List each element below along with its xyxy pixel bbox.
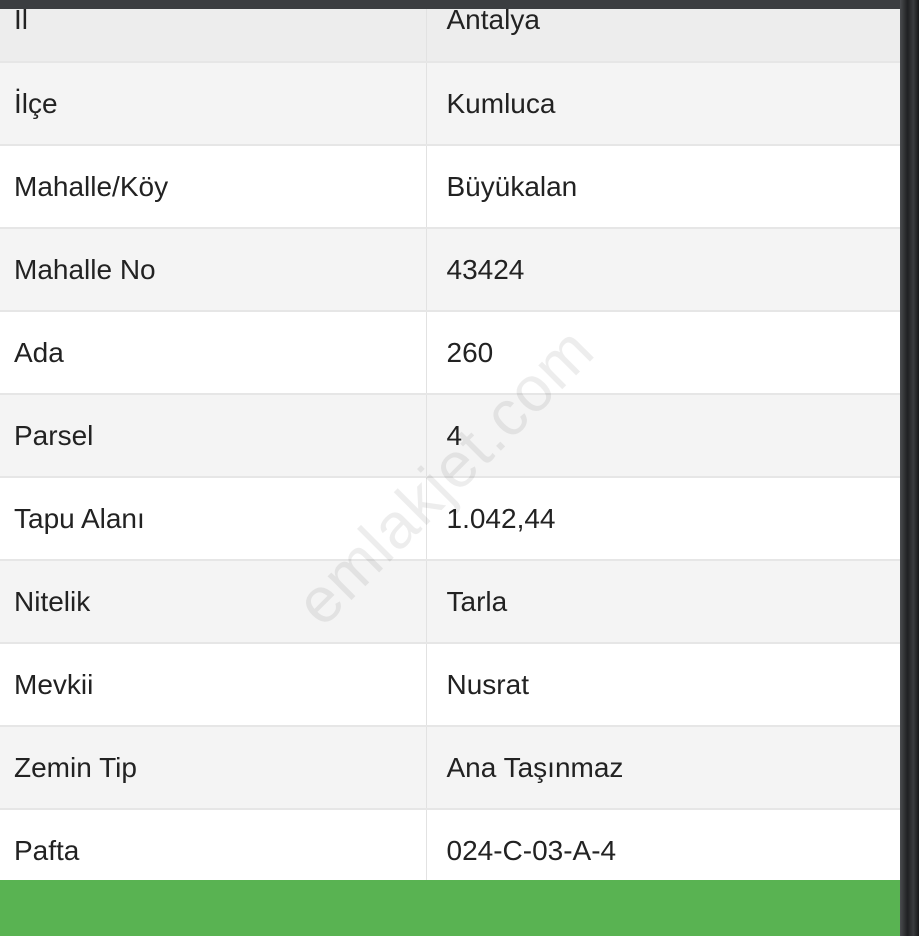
row-label: Ada xyxy=(0,311,427,395)
row-value: 1.042,44 xyxy=(426,477,900,561)
row-zemin-tip: Zemin Tip Ana Taşınmaz xyxy=(0,726,900,810)
row-parsel: Parsel 4 xyxy=(0,394,900,478)
row-value: Antalya xyxy=(426,9,900,63)
row-mahalle-no: Mahalle No 43424 xyxy=(0,228,900,312)
row-value: Büyükalan xyxy=(426,145,900,229)
row-ada: Ada 260 xyxy=(0,311,900,395)
row-mevkii: Mevkii Nusrat xyxy=(0,643,900,727)
parcel-info-panel: İl Antalya İlçe Kumluca Mahalle/Köy Büyü… xyxy=(0,9,900,936)
row-value: Nusrat xyxy=(426,643,900,727)
row-value: Tarla xyxy=(426,560,900,644)
row-label: Parsel xyxy=(0,394,427,478)
row-label: Nitelik xyxy=(0,560,427,644)
top-status-bar xyxy=(0,0,919,9)
row-il: İl Antalya xyxy=(0,9,900,63)
row-label: Mahalle/Köy xyxy=(0,145,427,229)
row-ilce: İlçe Kumluca xyxy=(0,62,900,146)
row-nitelik: Nitelik Tarla xyxy=(0,560,900,644)
row-label: Tapu Alanı xyxy=(0,477,427,561)
row-value: 260 xyxy=(426,311,900,395)
row-value: 43424 xyxy=(426,228,900,312)
row-value: Kumluca xyxy=(426,62,900,146)
row-value: 4 xyxy=(426,394,900,478)
row-value: Ana Taşınmaz xyxy=(426,726,900,810)
footer-action-button[interactable] xyxy=(0,880,900,936)
row-label: İl xyxy=(0,9,427,63)
row-mahalle-koy: Mahalle/Köy Büyükalan xyxy=(0,145,900,229)
row-tapu-alani: Tapu Alanı 1.042,44 xyxy=(0,477,900,561)
parcel-info-table: İl Antalya İlçe Kumluca Mahalle/Köy Büyü… xyxy=(0,9,900,893)
row-label: İlçe xyxy=(0,62,427,146)
row-label: Zemin Tip xyxy=(0,726,427,810)
row-label: Mahalle No xyxy=(0,228,427,312)
row-label: Mevkii xyxy=(0,643,427,727)
background-edge xyxy=(900,0,919,936)
